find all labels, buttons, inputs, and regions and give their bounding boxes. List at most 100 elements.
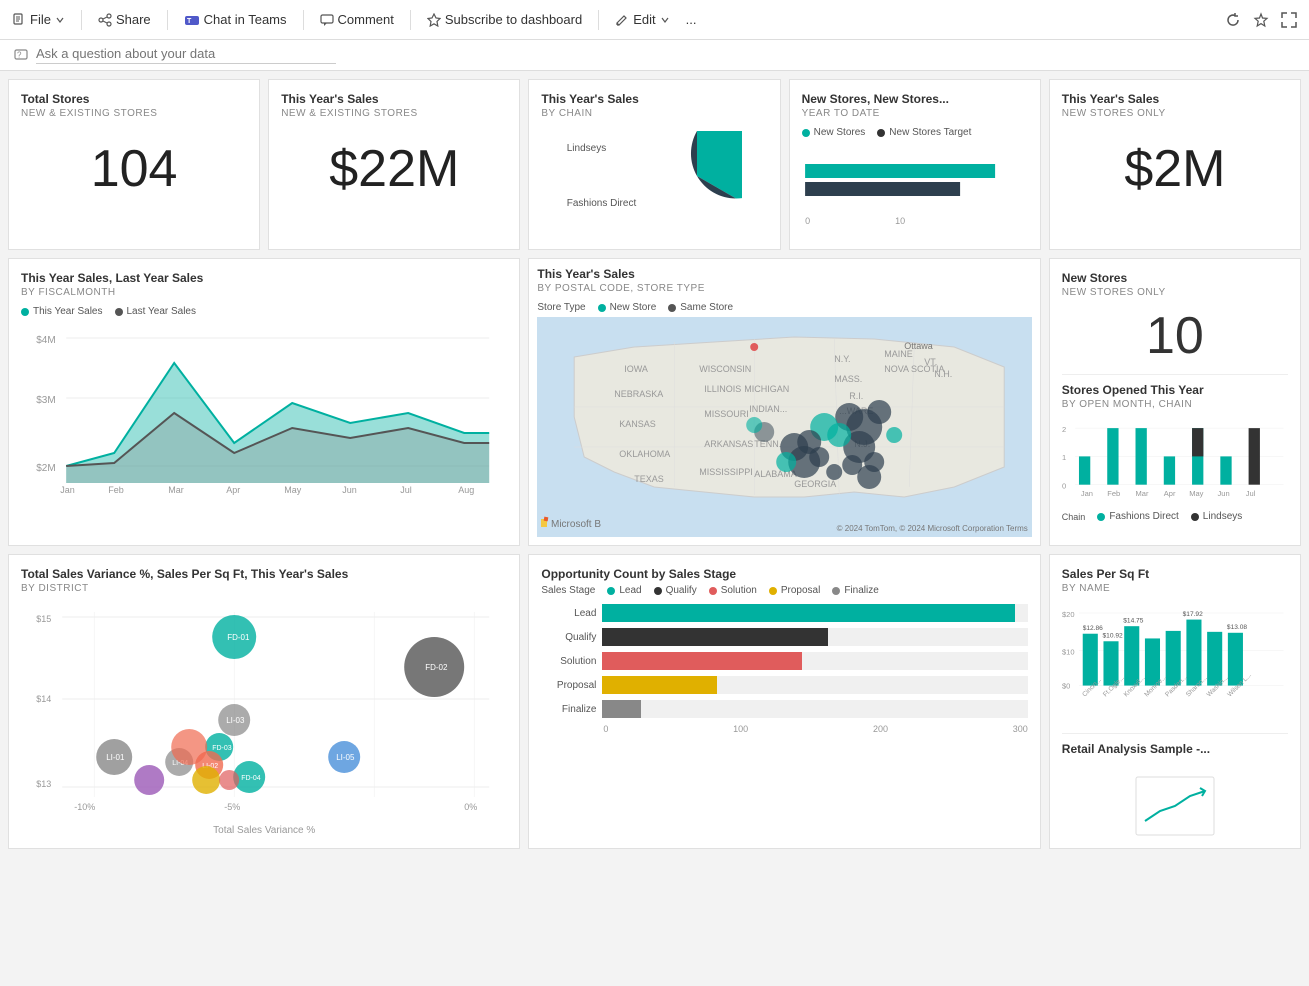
svg-text:Jul: Jul bbox=[1246, 489, 1256, 498]
refresh-icon[interactable] bbox=[1225, 12, 1241, 28]
bar-finalize: Finalize bbox=[541, 700, 1027, 718]
svg-text:$20: $20 bbox=[1062, 610, 1075, 619]
svg-text:MICHIGAN: MICHIGAN bbox=[745, 384, 790, 394]
svg-text:0: 0 bbox=[1062, 481, 1066, 490]
more-label: ... bbox=[686, 12, 697, 27]
svg-text:Ottawa: Ottawa bbox=[905, 341, 934, 351]
chat-in-teams-button[interactable]: T Chat in Teams bbox=[184, 12, 287, 27]
sales-sqft-title: Sales Per Sq Ft bbox=[1062, 567, 1288, 581]
svg-text:$17.92: $17.92 bbox=[1182, 611, 1202, 618]
fashions-direct-dot bbox=[1097, 513, 1105, 521]
card-ty-sales-new: This Year's Sales NEW & EXISTING STORES … bbox=[268, 79, 520, 250]
stores-opened-section: Stores Opened This Year BY OPEN MONTH, C… bbox=[1062, 374, 1288, 522]
subscribe-button[interactable]: Subscribe to dashboard bbox=[427, 12, 582, 27]
edit-button[interactable]: Edit bbox=[615, 12, 669, 27]
separator4 bbox=[410, 10, 411, 30]
svg-text:Jan: Jan bbox=[1081, 489, 1093, 498]
stores-opened-title: Stores Opened This Year bbox=[1062, 383, 1288, 397]
legend-new-stores-target-label: New Stores Target bbox=[889, 127, 971, 138]
svg-text:Jun: Jun bbox=[1217, 489, 1229, 498]
legend-fashions-direct: Fashions Direct bbox=[1097, 511, 1178, 522]
total-stores-title: Total Stores bbox=[21, 92, 247, 106]
svg-text:$4M: $4M bbox=[36, 335, 55, 346]
qa-input[interactable] bbox=[36, 46, 336, 61]
chat-teams-label: Chat in Teams bbox=[204, 12, 287, 27]
svg-text:FD-04: FD-04 bbox=[241, 775, 261, 782]
new-store-dot bbox=[598, 304, 606, 312]
bar-qualify-track bbox=[602, 628, 1027, 646]
sales-sqft-chart: $20 $10 $0 $12.86 $10.92 $14.75 $17.92 bbox=[1062, 602, 1288, 722]
expand-icon[interactable] bbox=[1281, 12, 1297, 28]
bar-qualify-fill bbox=[602, 628, 827, 646]
qualify-label: Qualify bbox=[666, 585, 697, 596]
ty-ly-legend: This Year Sales Last Year Sales bbox=[21, 306, 507, 317]
lindseys-dot bbox=[1191, 513, 1199, 521]
svg-text:$13: $13 bbox=[36, 779, 51, 789]
ty-sales-new-only-subtitle: NEW STORES ONLY bbox=[1062, 108, 1288, 119]
pie-label-fashions: Fashions Direct bbox=[567, 198, 636, 209]
new-stores-dot bbox=[802, 129, 810, 137]
pie-labels: Lindseys Fashions Direct bbox=[567, 143, 636, 209]
map-title: This Year's Sales bbox=[537, 267, 1031, 281]
total-stores-value: 104 bbox=[21, 139, 247, 199]
card-new-stores: New Stores NEW STORES ONLY 10 Stores Ope… bbox=[1049, 258, 1301, 546]
svg-text:1: 1 bbox=[1062, 453, 1066, 462]
ty-sales-dot bbox=[21, 308, 29, 316]
card-total-stores: Total Stores NEW & EXISTING STORES 104 bbox=[8, 79, 260, 250]
new-stores-bar-chart: 0 10 bbox=[802, 144, 1028, 234]
legend-lindseys: Lindseys bbox=[1191, 511, 1242, 522]
finalize-label: Finalize bbox=[844, 585, 878, 596]
subscribe-icon bbox=[427, 13, 441, 27]
solution-label: Solution bbox=[721, 585, 757, 596]
proposal-label: Proposal bbox=[781, 585, 820, 596]
legend-new-stores: New Stores bbox=[802, 127, 866, 138]
lead-label: Lead bbox=[619, 585, 641, 596]
map-svg: IOWA NEBRASKA KANSAS OKLAHOMA TEXAS WISC… bbox=[537, 317, 1031, 537]
svg-text:-10%: -10% bbox=[74, 802, 95, 812]
topbar-actions bbox=[1225, 12, 1297, 28]
svg-text:$13.08: $13.08 bbox=[1227, 624, 1247, 631]
legend-solution: Solution bbox=[709, 585, 757, 596]
star-icon[interactable] bbox=[1253, 12, 1269, 28]
bar-lead-fill bbox=[602, 604, 1015, 622]
legend-qualify: Qualify bbox=[654, 585, 697, 596]
separator1 bbox=[81, 10, 82, 30]
scatter-x-axis: Total Sales Variance % bbox=[21, 825, 507, 836]
new-stores-ytd-title: New Stores, New Stores... bbox=[802, 92, 1028, 106]
comment-label: Comment bbox=[338, 12, 394, 27]
lindseys-label: Lindseys bbox=[1203, 511, 1242, 522]
svg-text:Mar: Mar bbox=[168, 485, 184, 495]
bar-lead-label: Lead bbox=[541, 608, 596, 619]
opportunity-title: Opportunity Count by Sales Stage bbox=[541, 567, 1027, 581]
qa-input-wrapper[interactable] bbox=[36, 46, 336, 64]
ly-sales-dot bbox=[115, 308, 123, 316]
share-button[interactable]: Share bbox=[98, 12, 151, 27]
svg-text:$10: $10 bbox=[1062, 647, 1075, 656]
svg-text:Jul: Jul bbox=[400, 485, 412, 495]
file-chevron-icon bbox=[55, 15, 65, 25]
comment-button[interactable]: Comment bbox=[320, 12, 394, 27]
bar-proposal-label: Proposal bbox=[541, 680, 596, 691]
svg-text:Jun: Jun bbox=[342, 485, 357, 495]
same-store-dot bbox=[668, 304, 676, 312]
svg-text:0: 0 bbox=[805, 216, 810, 226]
svg-text:TEXAS: TEXAS bbox=[635, 474, 665, 484]
qa-bar: ? bbox=[0, 40, 1309, 71]
map-subtitle: BY POSTAL CODE, STORE TYPE bbox=[537, 283, 1031, 294]
line-chart: $4M $3M $2M Jan Feb Mar Apr May Jun Jul … bbox=[21, 323, 507, 503]
more-button[interactable]: ... bbox=[686, 12, 697, 27]
stores-opened-chart: 2 1 0 bbox=[1062, 418, 1288, 508]
separator2 bbox=[167, 10, 168, 30]
scatter-x-label: Total Sales Variance % bbox=[213, 825, 315, 836]
card-ty-ly-sales: This Year Sales, Last Year Sales BY FISC… bbox=[8, 258, 520, 546]
file-menu[interactable]: File bbox=[12, 12, 65, 27]
svg-text:$3M: $3M bbox=[36, 395, 55, 406]
x-label-100: 100 bbox=[733, 724, 748, 734]
new-stores-ytd-subtitle: YEAR TO DATE bbox=[802, 108, 1028, 119]
teams-icon: T bbox=[184, 13, 200, 27]
bar-qualify: Qualify bbox=[541, 628, 1027, 646]
legend-new-stores-label: New Stores bbox=[814, 127, 866, 138]
stores-opened-legend: Chain Fashions Direct Lindseys bbox=[1062, 511, 1288, 522]
new-stores-target-dot bbox=[877, 129, 885, 137]
map-visual: IOWA NEBRASKA KANSAS OKLAHOMA TEXAS WISC… bbox=[537, 317, 1031, 537]
